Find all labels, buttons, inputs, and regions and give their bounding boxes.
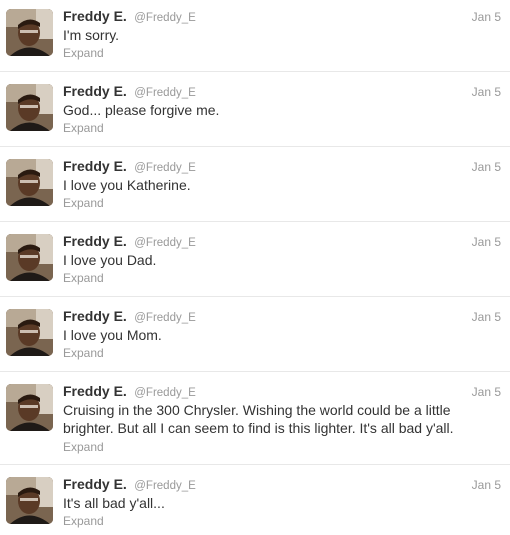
user-fullname[interactable]: Freddy E.: [63, 8, 127, 24]
expand-link[interactable]: Expand: [63, 196, 104, 210]
user-fullname[interactable]: Freddy E.: [63, 383, 127, 399]
user-handle[interactable]: @Freddy_E: [134, 387, 196, 399]
tweet-text: God... please forgive me.: [63, 102, 220, 118]
tweet-header: Freddy E. @Freddy_E: [63, 83, 196, 101]
avatar[interactable]: [6, 84, 53, 131]
tweet-timestamp[interactable]: Jan 5: [472, 310, 501, 324]
tweet-timestamp[interactable]: Jan 5: [472, 385, 501, 399]
tweet-text: I love you Dad.: [63, 252, 157, 268]
avatar[interactable]: [6, 234, 53, 281]
user-handle[interactable]: @Freddy_E: [134, 480, 196, 492]
tweet-text: I love you Mom.: [63, 327, 162, 343]
tweet-timestamp[interactable]: Jan 5: [472, 85, 501, 99]
tweet-text: I'm sorry.: [63, 27, 120, 43]
avatar[interactable]: [6, 384, 53, 431]
tweet-timestamp[interactable]: Jan 5: [472, 235, 501, 249]
tweet-item[interactable]: Freddy E. @Freddy_E Jan 5 Cruising in th…: [0, 375, 510, 465]
user-handle[interactable]: @Freddy_E: [134, 162, 196, 174]
user-fullname[interactable]: Freddy E.: [63, 476, 127, 492]
tweet-text: It's all bad y'all...: [63, 495, 165, 511]
user-fullname[interactable]: Freddy E.: [63, 83, 127, 99]
user-fullname[interactable]: Freddy E.: [63, 158, 127, 174]
tweet-timestamp[interactable]: Jan 5: [472, 10, 501, 24]
avatar[interactable]: [6, 309, 53, 356]
tweet-item[interactable]: Freddy E. @Freddy_E Jan 5 I love you Dad…: [0, 225, 510, 297]
user-fullname[interactable]: Freddy E.: [63, 308, 127, 324]
user-handle[interactable]: @Freddy_E: [134, 12, 196, 24]
tweet-item[interactable]: Freddy E. @Freddy_E Jan 5 I love you Mom…: [0, 300, 510, 372]
tweet-item[interactable]: Freddy E. @Freddy_E Jan 5 I love you Kat…: [0, 150, 510, 222]
user-handle[interactable]: @Freddy_E: [134, 312, 196, 324]
avatar[interactable]: [6, 159, 53, 206]
tweet-header: Freddy E. @Freddy_E: [63, 233, 196, 251]
avatar[interactable]: [6, 9, 53, 56]
tweet-text: I love you Katherine.: [63, 177, 191, 193]
tweet-header: Freddy E. @Freddy_E: [63, 158, 196, 176]
expand-link[interactable]: Expand: [63, 346, 104, 360]
expand-link[interactable]: Expand: [63, 271, 104, 285]
user-handle[interactable]: @Freddy_E: [134, 87, 196, 99]
tweet-header: Freddy E. @Freddy_E: [63, 476, 196, 494]
expand-link[interactable]: Expand: [63, 440, 104, 454]
tweet-timestamp[interactable]: Jan 5: [472, 160, 501, 174]
expand-link[interactable]: Expand: [63, 121, 104, 135]
tweet-header: Freddy E. @Freddy_E: [63, 8, 196, 26]
tweet-item[interactable]: Freddy E. @Freddy_E Jan 5 God... please …: [0, 75, 510, 147]
tweet-header: Freddy E. @Freddy_E: [63, 383, 196, 401]
tweet-header: Freddy E. @Freddy_E: [63, 308, 196, 326]
avatar[interactable]: [6, 477, 53, 524]
tweet-item[interactable]: Freddy E. @Freddy_E Jan 5 It's all bad y…: [0, 468, 510, 535]
expand-link[interactable]: Expand: [63, 46, 104, 60]
tweet-timestamp[interactable]: Jan 5: [472, 478, 501, 492]
expand-link[interactable]: Expand: [63, 514, 104, 528]
user-handle[interactable]: @Freddy_E: [134, 237, 196, 249]
tweet-text: Cruising in the 300 Chrysler. Wishing th…: [63, 402, 454, 436]
tweet-item[interactable]: Freddy E. @Freddy_E Jan 5 I'm sorry. Exp…: [0, 0, 510, 72]
user-fullname[interactable]: Freddy E.: [63, 233, 127, 249]
